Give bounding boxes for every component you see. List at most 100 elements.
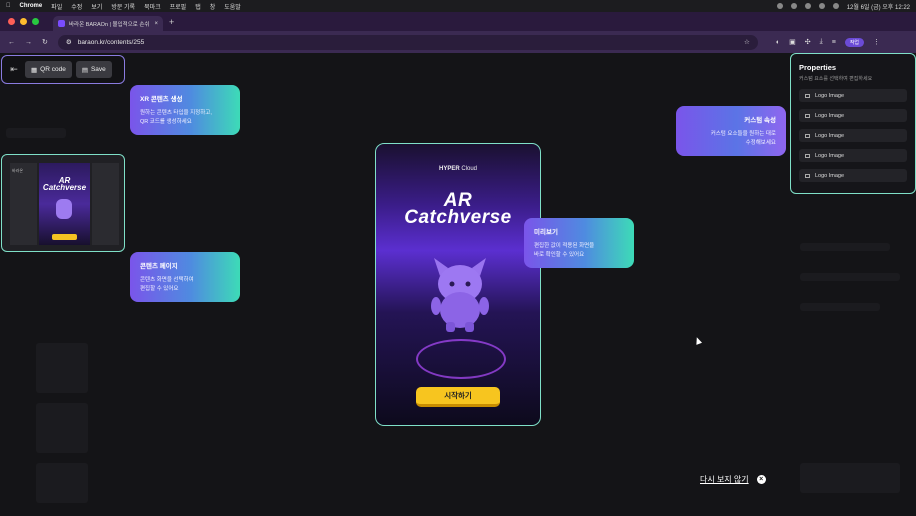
property-item-logo-image[interactable]: Logo Image bbox=[799, 129, 907, 142]
hyper-cloud-logo: HYPER Cloud bbox=[376, 166, 540, 172]
menu-help[interactable]: 도움말 bbox=[224, 2, 241, 11]
tooltip-body-line: 수정해보세요 bbox=[745, 140, 776, 146]
start-button[interactable]: 시작하기 bbox=[416, 387, 500, 407]
forward-icon[interactable]: → bbox=[25, 39, 32, 46]
content-page-thumbnail[interactable]: AR Catchverse bbox=[39, 163, 90, 245]
close-tab-icon[interactable]: × bbox=[154, 21, 158, 27]
tooltip-body-line: 편집할 수 있어요 bbox=[140, 286, 179, 292]
menubar-app-name[interactable]: Chrome bbox=[20, 3, 43, 9]
preview-phone: HYPER Cloud AR Catchverse 시작하기 bbox=[375, 143, 541, 426]
editor-toolbar: ⇤ ▦ QR code ▤ Save bbox=[1, 55, 125, 84]
property-item-label: Logo Image bbox=[815, 172, 845, 179]
tooltip-body-line: 커스텀 요소들을 원하는 대로 bbox=[710, 131, 776, 137]
background-placeholder bbox=[800, 273, 900, 281]
menu-bookmarks[interactable]: 북마크 bbox=[144, 2, 161, 11]
menu-view[interactable]: 보기 bbox=[91, 2, 102, 11]
brand-rest: Cloud bbox=[461, 166, 478, 172]
dont-show-again-link[interactable]: 다시 보지 않기 bbox=[700, 474, 749, 485]
monster-character-image bbox=[431, 258, 489, 332]
properties-title: Properties bbox=[799, 63, 837, 72]
exit-icon[interactable]: ⇤ bbox=[7, 64, 21, 75]
qr-code-label: QR code bbox=[40, 66, 66, 73]
save-icon: ▤ bbox=[81, 66, 88, 74]
background-placeholder bbox=[6, 128, 66, 138]
qr-code-button[interactable]: ▦ QR code bbox=[25, 61, 72, 78]
tooltip-body-line: 바로 확인할 수 있어요 bbox=[534, 252, 585, 258]
profile-button[interactable]: 작업 bbox=[844, 37, 865, 47]
properties-subtitle: 커스텀 요소를 선택하여 편집하세요 bbox=[799, 76, 873, 82]
background-placeholder bbox=[800, 463, 900, 493]
browser-menu-icon[interactable]: ⋮ bbox=[873, 38, 880, 46]
wifi-icon[interactable] bbox=[818, 3, 825, 9]
reload-icon[interactable]: ↻ bbox=[42, 38, 48, 46]
tab-search-icon[interactable]: ≡ bbox=[832, 39, 836, 46]
property-item-label: Logo Image bbox=[815, 112, 845, 119]
background-placeholder bbox=[800, 243, 890, 251]
menubar-clock[interactable]: 12월 6일 (금) 오후 12:22 bbox=[847, 2, 910, 11]
property-item-logo-image[interactable]: Logo Image bbox=[799, 149, 907, 162]
title-line-2: Catchverse bbox=[404, 207, 512, 228]
menu-tab[interactable]: 탭 bbox=[195, 2, 201, 11]
brand-bold: HYPER bbox=[438, 166, 460, 172]
tooltip-body-line: 원하는 콘텐츠 타입을 지정하고, bbox=[140, 110, 212, 116]
catchverse-title: AR Catchverse bbox=[376, 191, 540, 228]
browser-actions: ◐ ▣ ✣ ⤓ ≡ 작업 ⋮ bbox=[776, 37, 880, 47]
window-controls bbox=[8, 18, 39, 25]
menu-history[interactable]: 방문 기록 bbox=[111, 2, 135, 11]
tooltip-title: XR 콘텐츠 생성 bbox=[140, 96, 183, 103]
save-button[interactable]: ▤ Save bbox=[75, 61, 112, 78]
search-icon[interactable] bbox=[832, 3, 839, 9]
macos-menubar:  Chrome 파일 수정 보기 방문 기록 북마크 프로필 탭 창 도움말 … bbox=[0, 0, 916, 12]
tooltip-custom-properties: 커스텀 속성 커스텀 요소들을 원하는 대로 수정해보세요 bbox=[676, 106, 786, 156]
apple-icon[interactable]:  bbox=[6, 3, 11, 9]
content-page-thumbnail-panel[interactable]: 바라온 AR Catchverse bbox=[1, 154, 125, 252]
background-placeholder bbox=[36, 343, 88, 393]
close-icon[interactable]: × bbox=[756, 475, 766, 484]
menu-window[interactable]: 창 bbox=[210, 2, 216, 11]
menu-edit[interactable]: 수정 bbox=[71, 2, 82, 11]
url-field[interactable]: ⚙ baraon.kr/contents/255 ☆ bbox=[57, 34, 758, 50]
bookmark-star-icon[interactable]: ☆ bbox=[744, 38, 750, 46]
tooltip-body-line: 편집한 값이 적용된 화면을 bbox=[534, 243, 595, 249]
save-label: Save bbox=[90, 66, 106, 73]
tooltip-body-line: 콘텐츠 화면을 선택하여 bbox=[140, 277, 194, 283]
back-icon[interactable]: ← bbox=[8, 39, 15, 46]
close-window-button[interactable] bbox=[8, 18, 15, 25]
tooltip-title: 콘텐츠 페이지 bbox=[140, 263, 178, 270]
image-icon bbox=[805, 133, 810, 138]
properties-panel: Properties 커스텀 요소를 선택하여 편집하세요 Logo Image… bbox=[790, 53, 916, 194]
background-placeholder bbox=[800, 303, 880, 311]
tab-title: 바라온 BARAOn | 몰입적으로 손쉬 bbox=[69, 21, 150, 28]
planet-ring-graphic bbox=[416, 339, 506, 379]
browser-tabbar: 바라온 BARAOn | 몰입적으로 손쉬 × + bbox=[0, 12, 916, 31]
property-item-logo-image[interactable]: Logo Image bbox=[799, 109, 907, 122]
thumbnail-side-slot bbox=[92, 163, 119, 245]
status-icon[interactable] bbox=[776, 3, 783, 9]
background-placeholder bbox=[36, 403, 88, 453]
menu-file[interactable]: 파일 bbox=[51, 2, 62, 11]
status-icon[interactable] bbox=[804, 3, 811, 9]
browser-addressbar: ← → ↻ ⚙ baraon.kr/contents/255 ☆ ◐ ▣ ✣ ⤓… bbox=[0, 31, 916, 53]
tooltip-body-line: QR 코드를 생성하세요 bbox=[140, 119, 192, 125]
extension-icon[interactable]: ◐ bbox=[776, 39, 780, 46]
browser-tab[interactable]: 바라온 BARAOn | 몰입적으로 손쉬 × bbox=[53, 16, 163, 31]
tooltip-xr-content: XR 콘텐츠 생성 원하는 콘텐츠 타입을 지정하고, QR 코드를 생성하세요 bbox=[130, 85, 240, 135]
property-item-logo-image[interactable]: Logo Image bbox=[799, 169, 907, 182]
image-icon bbox=[805, 113, 810, 118]
favicon-icon bbox=[58, 20, 65, 27]
status-icon[interactable] bbox=[790, 3, 797, 9]
extensions-puzzle-icon[interactable]: ✣ bbox=[805, 38, 811, 46]
download-icon[interactable]: ⤓ bbox=[820, 38, 823, 46]
dismiss-onboarding[interactable]: 다시 보지 않기 × bbox=[700, 474, 766, 485]
extension-icon[interactable]: ▣ bbox=[789, 38, 796, 46]
new-tab-button[interactable]: + bbox=[169, 17, 174, 27]
tooltip-title: 미리보기 bbox=[534, 229, 558, 236]
menu-profiles[interactable]: 프로필 bbox=[170, 2, 187, 11]
zoom-window-button[interactable] bbox=[32, 18, 39, 25]
page-content: ⇤ ▦ QR code ▤ Save XR 콘텐츠 생성 원하는 콘텐츠 타입을… bbox=[0, 53, 916, 516]
status-area: 12월 6일 (금) 오후 12:22 bbox=[776, 2, 910, 11]
minimize-window-button[interactable] bbox=[20, 18, 27, 25]
site-info-icon[interactable]: ⚙ bbox=[66, 38, 72, 46]
property-item-label: Logo Image bbox=[815, 132, 845, 139]
property-item-logo-image[interactable]: Logo Image bbox=[799, 89, 907, 102]
